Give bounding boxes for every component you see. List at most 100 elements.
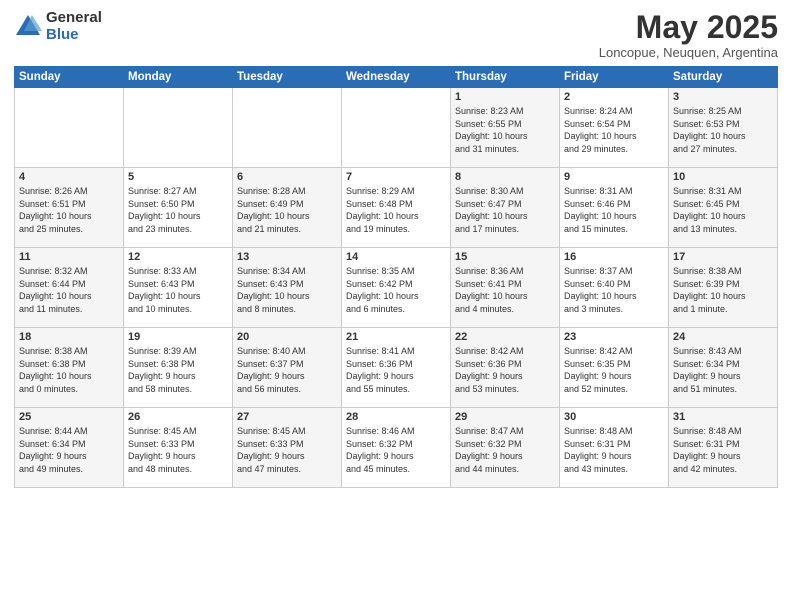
- col-monday: Monday: [124, 67, 233, 88]
- day-number: 1: [455, 91, 555, 103]
- table-row: 19 Sunrise: 8:39 AMSunset: 6:38 PMDayligh…: [124, 328, 233, 408]
- day-number: 20: [237, 331, 337, 343]
- day-number: 5: [128, 171, 228, 183]
- table-row: 8 Sunrise: 8:30 AMSunset: 6:47 PMDaylight…: [451, 168, 560, 248]
- day-info: Sunrise: 8:41 AMSunset: 6:36 PMDaylight:…: [346, 345, 446, 395]
- day-number: 3: [673, 91, 773, 103]
- table-row: 26Sunrise: 8:45 AMSunset: 6:33 PMDayligh…: [124, 408, 233, 488]
- col-tuesday: Tuesday: [233, 67, 342, 88]
- table-row: 7Sunrise: 8:29 AMSunset: 6:48 PMDaylight…: [342, 168, 451, 248]
- day-info: Sunrise: 8:28 AMSunset: 6:49 PMDaylight:…: [237, 185, 337, 235]
- table-row: 29 Sunrise: 8:47 AMSunset: 6:32 PMDayligh…: [451, 408, 560, 488]
- table-row: [342, 88, 451, 168]
- table-row: 20 Sunrise: 8:40 AMSunset: 6:37 PMDayligh…: [233, 328, 342, 408]
- day-info: Sunrise: 8:44 AMSunset: 6:34 PMDaylight:…: [19, 425, 119, 475]
- week-row-3: 11 Sunrise: 8:32 AMSunset: 6:44 PMDayligh…: [15, 248, 778, 328]
- table-row: 25 Sunrise: 8:44 AMSunset: 6:34 PMDayligh…: [15, 408, 124, 488]
- day-number: 8: [455, 171, 555, 183]
- table-row: 3 Sunrise: 8:25 AMSunset: 6:53 PMDaylight…: [669, 88, 778, 168]
- logo: General Blue: [14, 10, 102, 43]
- day-number: 14: [346, 251, 446, 263]
- day-number: 22: [455, 331, 555, 343]
- day-number: 15: [455, 251, 555, 263]
- day-info: Sunrise: 8:33 AMSunset: 6:43 PMDaylight:…: [128, 265, 228, 315]
- day-info: Sunrise: 8:45 AMSunset: 6:33 PMDaylight:…: [128, 425, 228, 475]
- day-number: 9: [564, 171, 664, 183]
- col-saturday: Saturday: [669, 67, 778, 88]
- day-number: 2: [564, 91, 664, 103]
- day-number: 27: [237, 411, 337, 423]
- day-info: Sunrise: 8:26 AMSunset: 6:51 PMDaylight:…: [19, 185, 119, 235]
- table-row: 31 Sunrise: 8:48 AMSunset: 6:31 PMDayligh…: [669, 408, 778, 488]
- day-info: Sunrise: 8:39 AMSunset: 6:38 PMDaylight:…: [128, 345, 228, 395]
- table-row: 12 Sunrise: 8:33 AMSunset: 6:43 PMDayligh…: [124, 248, 233, 328]
- day-number: 10: [673, 171, 773, 183]
- calendar-body: 1Sunrise: 8:23 AMSunset: 6:55 PMDaylight…: [15, 88, 778, 488]
- day-number: 31: [673, 411, 773, 423]
- day-number: 13: [237, 251, 337, 263]
- day-number: 11: [19, 251, 119, 263]
- day-number: 28: [346, 411, 446, 423]
- day-info: Sunrise: 8:40 AMSunset: 6:37 PMDaylight:…: [237, 345, 337, 395]
- table-row: 28 Sunrise: 8:46 AMSunset: 6:32 PMDayligh…: [342, 408, 451, 488]
- day-info: Sunrise: 8:42 AMSunset: 6:35 PMDaylight:…: [564, 345, 664, 395]
- table-row: 9Sunrise: 8:31 AMSunset: 6:46 PMDaylight…: [560, 168, 669, 248]
- day-info: Sunrise: 8:48 AMSunset: 6:31 PMDaylight:…: [564, 425, 664, 475]
- day-info: Sunrise: 8:46 AMSunset: 6:32 PMDaylight:…: [346, 425, 446, 475]
- day-info: Sunrise: 8:37 AMSunset: 6:40 PMDaylight:…: [564, 265, 664, 315]
- day-number: 17: [673, 251, 773, 263]
- table-row: [233, 88, 342, 168]
- table-row: 30 Sunrise: 8:48 AMSunset: 6:31 PMDayligh…: [560, 408, 669, 488]
- day-info: Sunrise: 8:30 AMSunset: 6:47 PMDaylight:…: [455, 185, 555, 235]
- day-number: 25: [19, 411, 119, 423]
- day-info: Sunrise: 8:42 AMSunset: 6:36 PMDaylight:…: [455, 345, 555, 395]
- logo-general: General: [46, 10, 102, 27]
- day-info: Sunrise: 8:38 AMSunset: 6:39 PMDaylight:…: [673, 265, 773, 315]
- col-thursday: Thursday: [451, 67, 560, 88]
- day-info: Sunrise: 8:27 AMSunset: 6:50 PMDaylight:…: [128, 185, 228, 235]
- table-row: 16Sunrise: 8:37 AMSunset: 6:40 PMDayligh…: [560, 248, 669, 328]
- day-info: Sunrise: 8:29 AMSunset: 6:48 PMDaylight:…: [346, 185, 446, 235]
- header: General Blue May 2025 Loncopue, Neuquen,…: [14, 10, 778, 60]
- day-number: 18: [19, 331, 119, 343]
- day-info: Sunrise: 8:31 AMSunset: 6:45 PMDaylight:…: [673, 185, 773, 235]
- day-info: Sunrise: 8:38 AMSunset: 6:38 PMDaylight:…: [19, 345, 119, 395]
- day-info: Sunrise: 8:34 AMSunset: 6:43 PMDaylight:…: [237, 265, 337, 315]
- page: General Blue May 2025 Loncopue, Neuquen,…: [0, 0, 792, 612]
- day-info: Sunrise: 8:24 AMSunset: 6:54 PMDaylight:…: [564, 105, 664, 155]
- table-row: 14 Sunrise: 8:35 AMSunset: 6:42 PMDayligh…: [342, 248, 451, 328]
- day-info: Sunrise: 8:25 AMSunset: 6:53 PMDaylight:…: [673, 105, 773, 155]
- logo-blue: Blue: [46, 27, 102, 44]
- table-row: 10 Sunrise: 8:31 AMSunset: 6:45 PMDayligh…: [669, 168, 778, 248]
- day-number: 23: [564, 331, 664, 343]
- table-row: 21Sunrise: 8:41 AMSunset: 6:36 PMDayligh…: [342, 328, 451, 408]
- col-wednesday: Wednesday: [342, 67, 451, 88]
- day-number: 12: [128, 251, 228, 263]
- calendar: Sunday Monday Tuesday Wednesday Thursday…: [14, 66, 778, 488]
- week-row-1: 1Sunrise: 8:23 AMSunset: 6:55 PMDaylight…: [15, 88, 778, 168]
- day-info: Sunrise: 8:48 AMSunset: 6:31 PMDaylight:…: [673, 425, 773, 475]
- day-info: Sunrise: 8:47 AMSunset: 6:32 PMDaylight:…: [455, 425, 555, 475]
- day-number: 24: [673, 331, 773, 343]
- day-info: Sunrise: 8:35 AMSunset: 6:42 PMDaylight:…: [346, 265, 446, 315]
- table-row: 11 Sunrise: 8:32 AMSunset: 6:44 PMDayligh…: [15, 248, 124, 328]
- col-friday: Friday: [560, 67, 669, 88]
- table-row: 5 Sunrise: 8:27 AMSunset: 6:50 PMDaylight…: [124, 168, 233, 248]
- table-row: 23 Sunrise: 8:42 AMSunset: 6:35 PMDayligh…: [560, 328, 669, 408]
- day-number: 29: [455, 411, 555, 423]
- col-sunday: Sunday: [15, 67, 124, 88]
- day-info: Sunrise: 8:32 AMSunset: 6:44 PMDaylight:…: [19, 265, 119, 315]
- logo-icon: [14, 13, 42, 41]
- table-row: 17 Sunrise: 8:38 AMSunset: 6:39 PMDayligh…: [669, 248, 778, 328]
- table-row: 4Sunrise: 8:26 AMSunset: 6:51 PMDaylight…: [15, 168, 124, 248]
- week-row-4: 18 Sunrise: 8:38 AMSunset: 6:38 PMDayligh…: [15, 328, 778, 408]
- table-row: [15, 88, 124, 168]
- table-row: [124, 88, 233, 168]
- table-row: 2 Sunrise: 8:24 AMSunset: 6:54 PMDaylight…: [560, 88, 669, 168]
- week-row-2: 4Sunrise: 8:26 AMSunset: 6:51 PMDaylight…: [15, 168, 778, 248]
- day-number: 30: [564, 411, 664, 423]
- table-row: 6Sunrise: 8:28 AMSunset: 6:49 PMDaylight…: [233, 168, 342, 248]
- logo-text: General Blue: [46, 10, 102, 43]
- table-row: 27Sunrise: 8:45 AMSunset: 6:33 PMDayligh…: [233, 408, 342, 488]
- day-number: 19: [128, 331, 228, 343]
